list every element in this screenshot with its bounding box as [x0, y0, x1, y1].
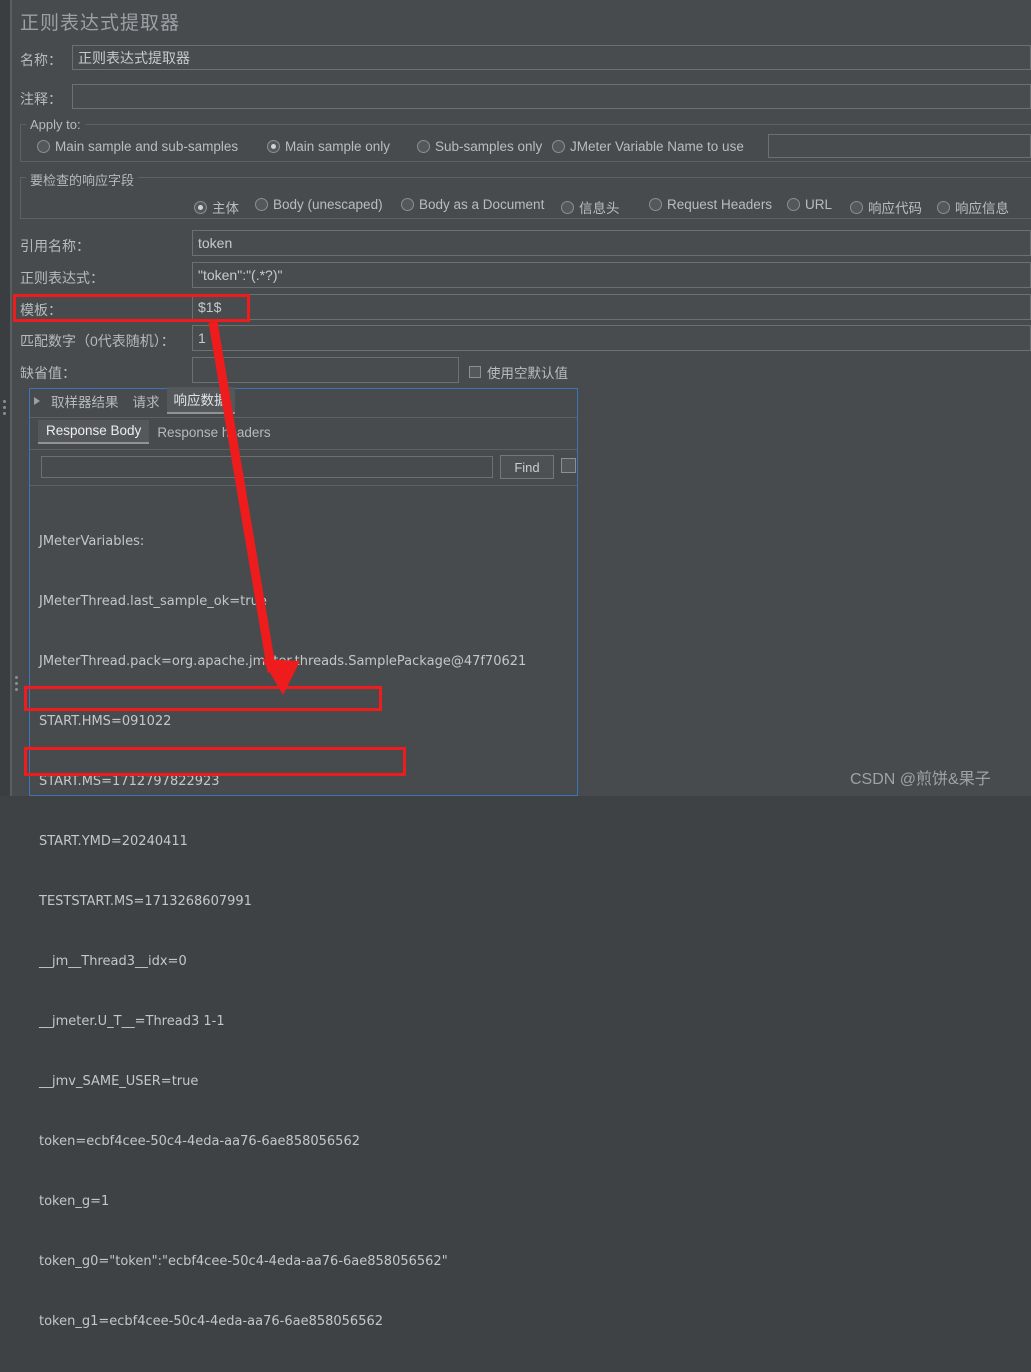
radio-sub-samples-only[interactable]: Sub-samples only: [417, 139, 542, 154]
response-line: START.MS=1712797822923: [39, 774, 220, 789]
regex-label: 正则表达式：: [20, 270, 104, 286]
splitter-handle-top[interactable]: [3, 400, 6, 418]
response-line: token_g0="token":"ecbf4cee-50c4-4eda-aa7…: [39, 1254, 448, 1269]
response-line: JMeterVariables:: [39, 534, 145, 549]
subtab-response-headers[interactable]: Response headers: [149, 422, 278, 444]
radio-body-as-a-document[interactable]: Body as a Document: [401, 197, 544, 212]
tab-sampler-result[interactable]: 取样器结果: [44, 389, 126, 414]
radio-headers[interactable]: 信息头: [561, 197, 620, 217]
radio-label: Body (unescaped): [273, 197, 383, 212]
radio-icon: [417, 140, 430, 153]
response-line-token: token=ecbf4cee-50c4-4eda-aa76-6ae8580565…: [39, 1134, 360, 1149]
radio-icon: [401, 198, 414, 211]
radio-label: Main sample and sub-samples: [55, 139, 239, 154]
tab-response-data[interactable]: 响应数据: [166, 387, 235, 414]
name-label: 名称：: [20, 52, 62, 68]
template-input[interactable]: $1$: [192, 294, 1031, 320]
radio-label: 响应代码: [868, 201, 922, 216]
radio-label: Body as a Document: [419, 197, 545, 212]
use-empty-default-checkbox[interactable]: 使用空默认值: [469, 362, 568, 382]
response-line: START.YMD=20240411: [39, 834, 188, 849]
radio-label: Main sample only: [285, 139, 391, 154]
response-subtab-bar: Response Body Response headers: [38, 420, 279, 444]
response-line-token-g1: token_g1=ecbf4cee-50c4-4eda-aa76-6ae8580…: [39, 1314, 384, 1329]
radio-label: 主体: [212, 201, 239, 216]
response-body-text[interactable]: JMeterVariables: JMeterThread.last_sampl…: [39, 492, 574, 1372]
reference-name-label: 引用名称：: [20, 238, 90, 254]
radio-icon: [937, 200, 950, 214]
checkbox-label: 使用空默认值: [487, 366, 568, 381]
response-line: JMeterThread.last_sample_ok=true: [39, 594, 267, 609]
find-case-checkbox[interactable]: [561, 458, 576, 473]
radio-label: 响应信息: [955, 201, 1009, 216]
radio-icon: [255, 198, 268, 211]
response-line: START.HMS=091022: [39, 714, 172, 729]
radio-body[interactable]: 主体: [194, 197, 239, 217]
radio-response-code[interactable]: 响应代码: [850, 197, 922, 217]
field-to-check-label: 要检查的响应字段: [26, 170, 139, 189]
regex-extractor-panel: 正则表达式提取器 名称： 正则表达式提取器 注释： Apply to: Main…: [3, 0, 1031, 1329]
radio-main-sample-only[interactable]: Main sample only: [267, 139, 390, 154]
radio-icon: [561, 200, 574, 214]
reference-name-input[interactable]: token: [192, 230, 1031, 256]
subtab-divider: [30, 449, 577, 450]
radio-body-unescaped[interactable]: Body (unescaped): [255, 197, 383, 212]
checkbox-icon: [469, 366, 481, 378]
expand-arrow-icon[interactable]: [34, 397, 40, 405]
regex-input[interactable]: "token":"(.*?)": [192, 262, 1031, 288]
apply-to-label: Apply to:: [26, 117, 85, 132]
radio-label: JMeter Variable Name to use: [570, 139, 744, 154]
radio-icon-selected: [267, 140, 280, 153]
radio-jmeter-variable-name[interactable]: JMeter Variable Name to use: [552, 139, 744, 154]
radio-icon: [850, 200, 863, 214]
radio-icon-selected: [194, 200, 207, 214]
response-line: token_g=1: [39, 1194, 110, 1209]
match-number-label: 匹配数字（0代表随机）：: [20, 333, 175, 349]
radio-label: URL: [805, 197, 833, 212]
radio-label: Request Headers: [667, 197, 773, 212]
results-panel: 取样器结果 请求 响应数据 Response Body Response hea…: [29, 387, 578, 1329]
radio-url[interactable]: URL: [787, 197, 832, 212]
radio-icon: [552, 140, 565, 153]
radio-label: 信息头: [579, 201, 620, 216]
response-line: JMeterThread.pack=org.apache.jmeter.thre…: [39, 654, 527, 669]
page-title: 正则表达式提取器: [20, 13, 181, 34]
find-button[interactable]: Find: [500, 455, 554, 479]
results-tab-bar: 取样器结果 请求 响应数据: [44, 387, 235, 414]
default-value-label: 缺省值：: [20, 365, 76, 381]
jmeter-variable-name-input[interactable]: [768, 134, 1031, 158]
default-value-input[interactable]: [192, 357, 459, 383]
splitter-handle-bottom[interactable]: [15, 676, 18, 694]
radio-icon: [649, 198, 662, 211]
watermark: CSDN @煎饼&果子: [850, 771, 991, 788]
radio-response-message[interactable]: 响应信息: [937, 197, 1009, 217]
window-left-edge: [0, 0, 10, 796]
radio-label: Sub-samples only: [435, 139, 543, 154]
radio-icon: [787, 198, 800, 211]
template-label: 模板：: [20, 302, 62, 318]
response-line: TESTSTART.MS=1713268607991: [39, 894, 252, 909]
match-number-input[interactable]: 1: [192, 325, 1031, 351]
radio-request-headers[interactable]: Request Headers: [649, 197, 772, 212]
tab-divider: [30, 417, 577, 418]
response-line: __jmv_SAME_USER=true: [39, 1074, 199, 1089]
comment-input[interactable]: [72, 84, 1031, 109]
response-line: __jm__Thread3__idx=0: [39, 954, 187, 969]
tab-request[interactable]: 请求: [126, 389, 167, 414]
radio-icon: [37, 140, 50, 153]
search-divider: [30, 485, 577, 486]
name-input[interactable]: 正则表达式提取器: [72, 45, 1031, 70]
radio-main-sample-and-sub-samples[interactable]: Main sample and sub-samples: [37, 139, 238, 154]
response-line: __jmeter.U_T__=Thread3 1-1: [39, 1014, 225, 1029]
find-input[interactable]: [41, 456, 493, 478]
comment-label: 注释：: [20, 91, 62, 107]
subtab-response-body[interactable]: Response Body: [38, 420, 150, 444]
